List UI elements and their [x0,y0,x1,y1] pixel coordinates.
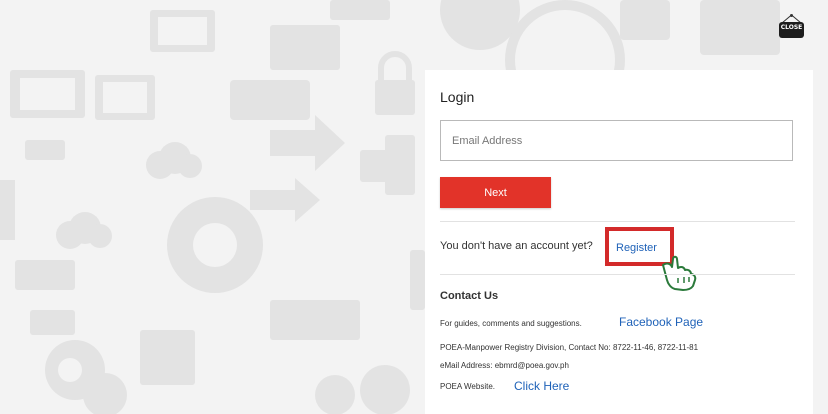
next-button[interactable]: Next [440,177,551,208]
divider [440,221,795,222]
email-address-text: eMail Address: ebmrd@poea.gov.ph [440,361,569,370]
website-text: POEA Website. [440,382,495,391]
hand-pointer-icon [662,255,697,291]
division-contact-text: POEA-Manpower Registry Division, Contact… [440,343,699,352]
website-link[interactable]: Click Here [514,379,569,393]
guides-text: For guides, comments and suggestions. [440,319,582,328]
login-panel: Login Next You don't have an account yet… [425,70,813,414]
no-account-prompt: You don't have an account yet? [440,240,593,252]
register-link[interactable]: Register [616,242,657,254]
close-button[interactable]: CLOSE [778,14,805,45]
divider [440,274,795,275]
contact-us-title: Contact Us [440,290,499,302]
close-label: CLOSE [780,24,803,31]
facebook-page-link[interactable]: Facebook Page [619,315,703,329]
email-field[interactable] [440,120,793,161]
login-title: Login [440,89,475,105]
